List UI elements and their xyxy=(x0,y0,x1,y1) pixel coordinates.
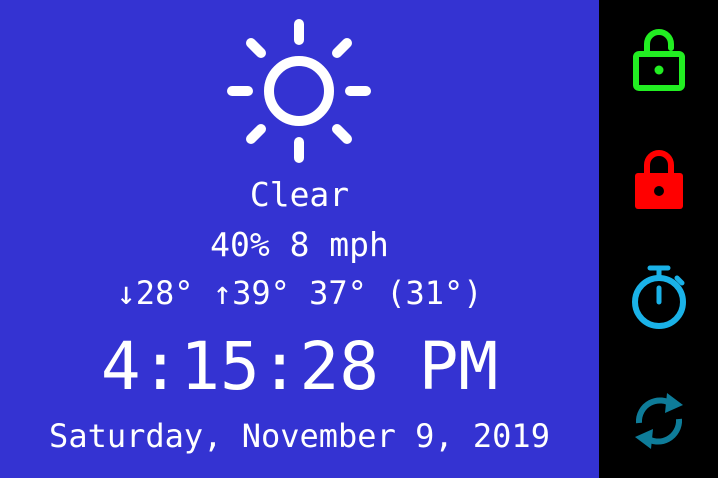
refresh-button[interactable] xyxy=(627,385,691,457)
clock-date: Saturday, November 9, 2019 xyxy=(49,417,550,455)
unlock-icon xyxy=(633,29,685,91)
current-temp: 37° xyxy=(309,274,367,312)
humidity-wind: 40% 8 mph xyxy=(210,225,389,264)
screen: Clear 40% 8 mph ↓28° ↑39° 37° (31°) 4:15… xyxy=(0,0,718,478)
low-arrow-icon: ↓ xyxy=(116,274,136,312)
sun-icon xyxy=(222,16,376,166)
stopwatch-icon xyxy=(632,265,686,329)
weather-condition: Clear xyxy=(249,175,350,214)
lock-icon xyxy=(635,150,683,209)
refresh-icon xyxy=(635,393,683,449)
feels-like-temp: (31°) xyxy=(386,274,483,312)
timer-button[interactable] xyxy=(627,260,691,332)
high-arrow-icon: ↑ xyxy=(212,274,233,312)
high-temp: 39° xyxy=(232,274,290,312)
unlock-button[interactable] xyxy=(627,24,691,96)
weather-clock-panel: Clear 40% 8 mph ↓28° ↑39° 37° (31°) 4:15… xyxy=(0,0,599,478)
low-temp: 28° xyxy=(135,274,194,312)
temperature-row: ↓28° ↑39° 37° (31°) xyxy=(0,271,599,315)
lock-button[interactable] xyxy=(627,143,691,215)
clock-time: 4:15:28 PM xyxy=(100,328,499,405)
